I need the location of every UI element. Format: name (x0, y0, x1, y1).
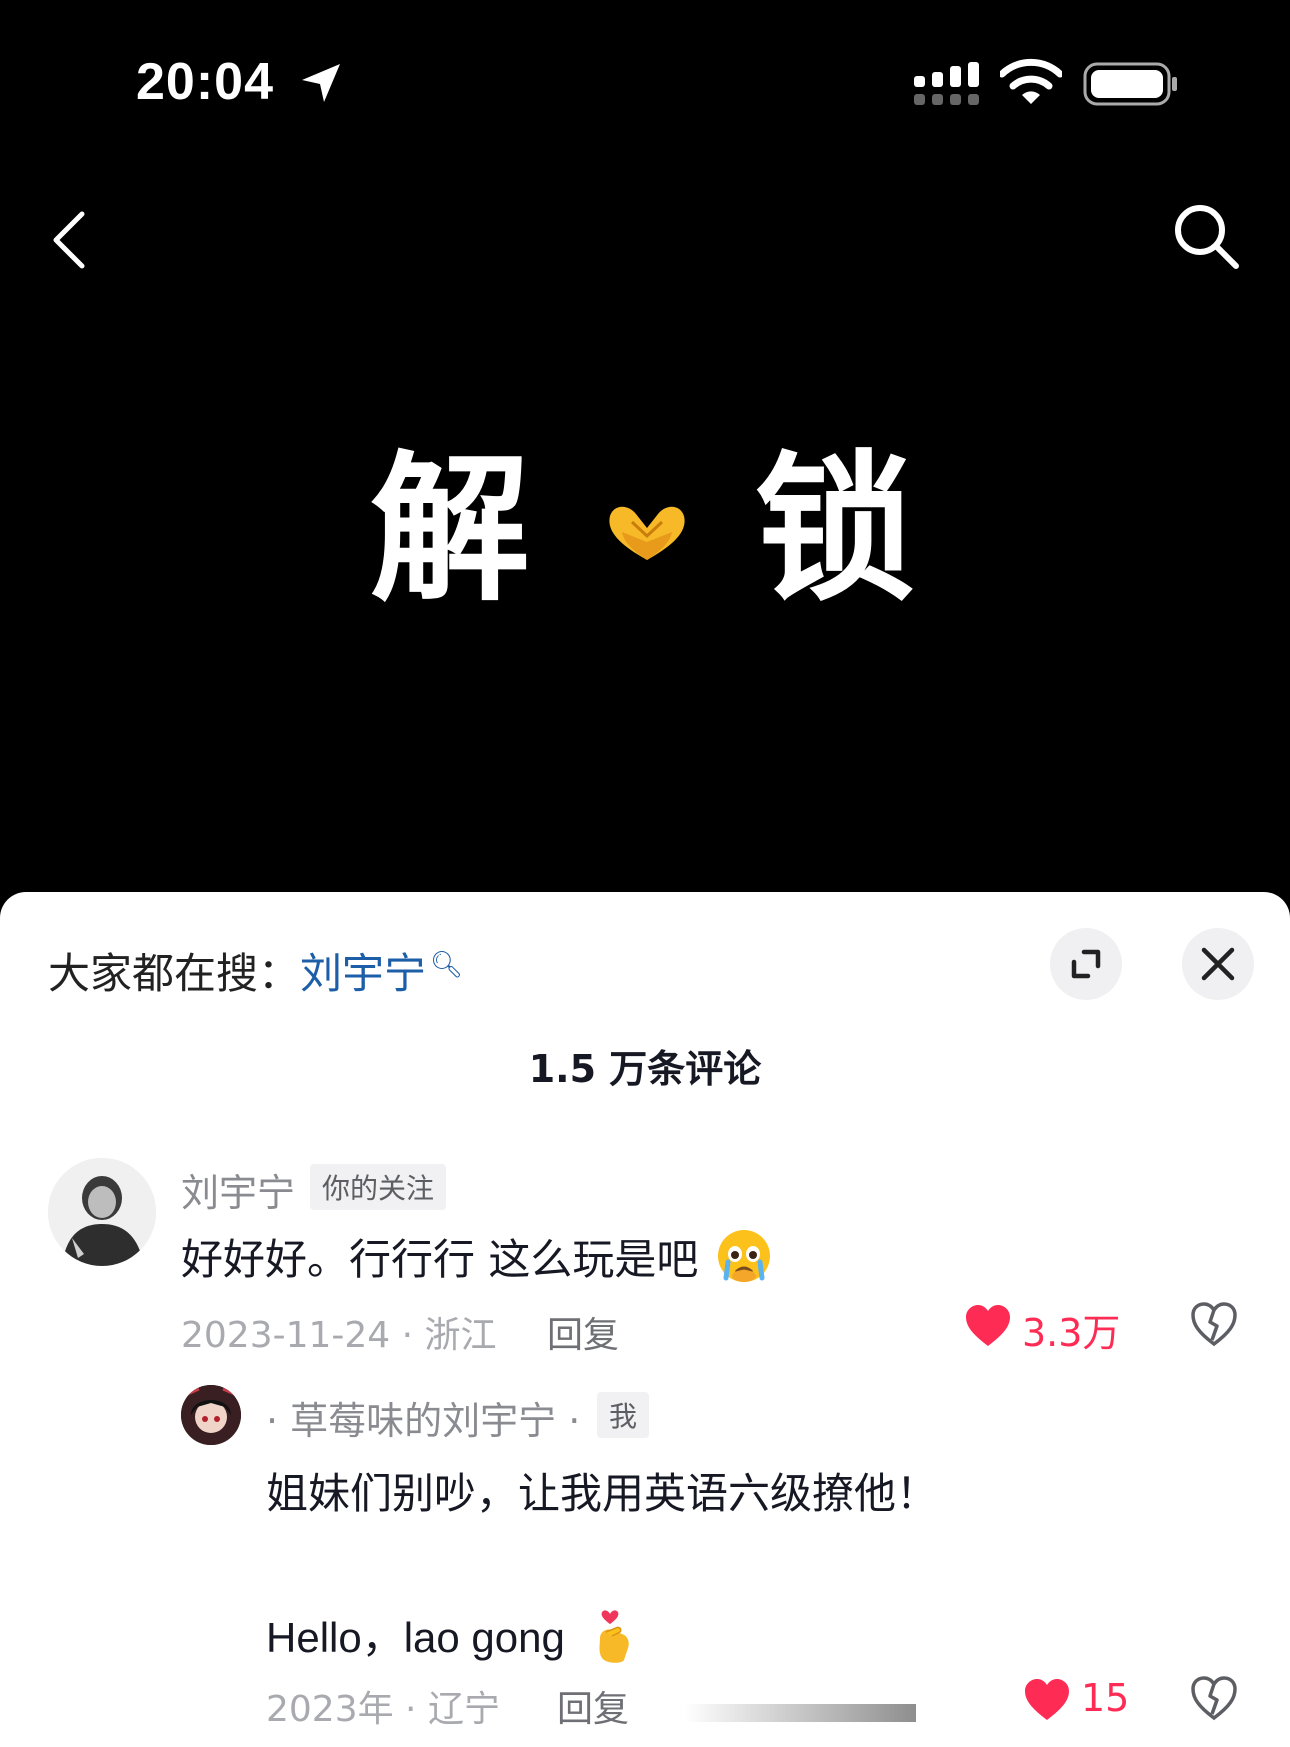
reply-avatar-image (181, 1385, 241, 1445)
video-title-left: 解 (370, 436, 531, 623)
avatar[interactable] (48, 1158, 156, 1266)
signal-icon (914, 62, 979, 105)
reply-like-button[interactable]: 15 (1023, 1676, 1133, 1726)
comment-count: 1.5 万条评论 (528, 1047, 762, 1091)
comment-date-location: 2023-11-24 · 浙江 (181, 1315, 497, 1356)
back-button[interactable] (46, 208, 96, 272)
battery-icon (1083, 62, 1177, 106)
video-title-right: 锁 (755, 436, 916, 623)
wifi-icon (1000, 58, 1062, 104)
video-overlay-title: 解 锁 (370, 430, 930, 630)
like-count: 3.3万 (1022, 1311, 1121, 1355)
reply-text-line1: 姐妹们别吵，让我用英语六级撩他！ (266, 1469, 939, 1518)
comment-username[interactable]: 刘宇宁 (181, 1162, 295, 1217)
search-suggestion-prefix: 大家都在搜： (48, 949, 301, 998)
dislike-broken-heart-icon[interactable] (1190, 1302, 1238, 1348)
search-suggestion-term[interactable]: 刘宇宁 (300, 949, 426, 998)
reply-text-line2-body: Hello，lao gong (266, 1614, 565, 1661)
expand-icon (1071, 949, 1101, 979)
search-suggestion[interactable]: 大家都在搜：刘宇宁 🔍︎ (48, 940, 463, 1001)
search-icon[interactable] (1170, 200, 1242, 272)
location-arrow-icon (302, 64, 340, 102)
follow-badge: 你的关注 (310, 1164, 447, 1210)
reply-dislike-broken-heart-icon[interactable] (1190, 1676, 1238, 1722)
close-button[interactable] (1182, 928, 1254, 1000)
comment-sheet: 大家都在搜：刘宇宁 🔍︎ 1.5 万条评论 刘宇宁 你的关注 好好好。行行行 这么… (0, 892, 1290, 1747)
expand-button[interactable] (1050, 928, 1122, 1000)
close-icon (1201, 947, 1235, 981)
reply-username[interactable]: · 草莓味的刘宇宁 · (266, 1390, 580, 1445)
reply-button[interactable]: 回复 (547, 1306, 619, 1358)
reply-date-location: 2023年 · 辽宁 (266, 1689, 500, 1730)
heart-filled-icon (966, 1305, 1010, 1346)
status-bar: 20:04 (0, 0, 1290, 170)
search-mini-icon: 🔍︎ (430, 950, 464, 980)
me-badge: 我 (597, 1392, 650, 1438)
heart-hands-icon (609, 506, 685, 560)
reply-avatar[interactable] (181, 1385, 241, 1445)
crying-face-icon (717, 1230, 770, 1282)
reply-like-count: 15 (1081, 1676, 1130, 1720)
reply-reply-button[interactable]: 回复 (557, 1680, 629, 1732)
reply-text-line2: Hello，lao gong (266, 1604, 636, 1666)
finger-heart-icon (599, 1610, 629, 1663)
view-more-divider (684, 1704, 916, 1722)
comment-text: 好好好。行行行 这么玩是吧 (181, 1226, 772, 1287)
avatar-image (48, 1158, 156, 1266)
comment-text-body: 好好好。行行行 这么玩是吧 (181, 1235, 699, 1284)
reply-heart-filled-icon (1025, 1679, 1069, 1720)
like-button[interactable]: 3.3万 (964, 1302, 1124, 1355)
status-time: 20:04 (136, 53, 274, 111)
